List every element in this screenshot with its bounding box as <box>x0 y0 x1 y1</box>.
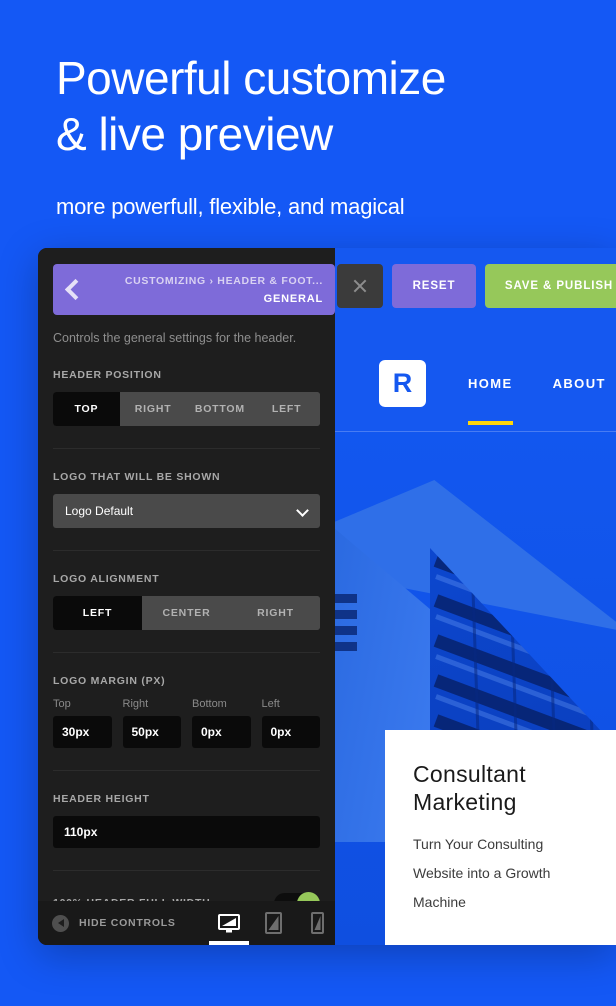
header-full-width-toggle[interactable] <box>274 891 320 901</box>
breadcrumb-back-button[interactable]: CUSTOMIZING › HEADER & FOOT... GENERAL <box>53 264 335 315</box>
reset-button[interactable]: RESET <box>392 264 476 308</box>
tablet-icon[interactable] <box>262 910 284 936</box>
field-label-logo-alignment: LOGO ALIGNMENT <box>53 572 160 585</box>
section-header-position: HEADER POSITION TOP RIGHT BOTTOM LEFT <box>53 347 320 449</box>
customizer-actions: RESET SAVE & PUBLISH <box>337 264 616 308</box>
mobile-icon[interactable] <box>306 910 328 936</box>
logo-margin-bottom-cell: Bottom <box>192 698 251 748</box>
preview-site-header: R HOME ABOUT <box>335 321 616 431</box>
logo-select[interactable]: Logo Default <box>53 493 320 528</box>
field-label-logo-shown: LOGO THAT WILL BE SHOWN <box>53 470 221 483</box>
section-header-full-width: 100% HEADER FULL WIDTH <box>53 871 320 901</box>
logo-margin-left-input[interactable] <box>261 715 320 748</box>
logo-margin-bottom-input[interactable] <box>192 715 251 748</box>
hide-controls-button[interactable]: HIDE CONTROLS <box>52 914 176 932</box>
logo-alignment-option-center[interactable]: CENTER <box>142 595 231 630</box>
header-position-option-bottom[interactable]: BOTTOM <box>186 391 254 426</box>
logo-alignment-segmented: LEFT CENTER RIGHT <box>53 595 320 630</box>
section-header-height: HEADER HEIGHT <box>53 771 320 871</box>
building-slot <box>335 610 357 619</box>
nav-active-underline <box>468 420 513 425</box>
sidebar-topbar: CUSTOMIZING › HEADER & FOOT... GENERAL <box>38 248 335 315</box>
header-divider <box>335 431 616 432</box>
panel-settings-list: HEADER POSITION TOP RIGHT BOTTOM LEFT LO… <box>38 347 335 901</box>
field-label-header-height: HEADER HEIGHT <box>53 792 150 805</box>
header-position-option-top[interactable]: TOP <box>53 391 120 426</box>
header-position-option-left[interactable]: LEFT <box>253 391 320 426</box>
building-slot <box>335 594 357 603</box>
preview-content-card: Consultant Marketing Turn Your Consultin… <box>385 730 616 945</box>
header-position-segmented: TOP RIGHT BOTTOM LEFT <box>53 391 320 426</box>
page-subtitle: more powerfull, flexible, and magical <box>56 194 405 219</box>
close-button[interactable] <box>337 264 383 308</box>
preview-viewport: R HOME ABOUT Consultant Marketing Turn Y… <box>335 321 616 945</box>
customizer-footer: HIDE CONTROLS <box>38 901 335 945</box>
field-label-logo-margin: LOGO MARGIN (PX) <box>53 674 166 687</box>
hide-controls-label: HIDE CONTROLS <box>79 917 176 929</box>
logo-margin-fields: Top Right Bottom Left <box>53 698 320 748</box>
site-logo[interactable]: R <box>379 359 426 407</box>
logo-margin-right-input[interactable] <box>122 715 181 748</box>
device-preview-switcher <box>209 901 328 945</box>
card-title: Consultant Marketing <box>413 761 526 815</box>
logo-margin-right-cell: Right <box>122 697 181 748</box>
logo-margin-right-caption: Right <box>122 697 149 710</box>
logo-alignment-option-left[interactable]: LEFT <box>53 595 142 630</box>
live-preview-pane[interactable]: R HOME ABOUT Consultant Marketing Turn Y… <box>335 248 616 945</box>
save-publish-button[interactable]: SAVE & PUBLISH <box>485 264 616 308</box>
hero-section: Powerful customize & live preview more p… <box>56 50 586 222</box>
field-label-header-position: HEADER POSITION <box>53 368 162 381</box>
building-slot <box>335 626 357 635</box>
breadcrumb-current: GENERAL <box>263 293 323 306</box>
logo-margin-top-input[interactable] <box>53 715 112 748</box>
hero-photo-building: Consultant Marketing Turn Your Consultin… <box>335 432 616 945</box>
logo-alignment-option-right[interactable]: RIGHT <box>231 595 320 630</box>
nav-item-about[interactable]: ABOUT <box>553 376 606 391</box>
logo-select-value: Logo Default <box>65 503 134 518</box>
header-position-option-right[interactable]: RIGHT <box>119 391 187 426</box>
nav-item-home[interactable]: HOME <box>468 375 513 425</box>
page-title: Powerful customize & live preview <box>56 52 446 160</box>
logo-margin-bottom-caption: Bottom <box>192 697 227 710</box>
customizer-sidebar: CUSTOMIZING › HEADER & FOOT... GENERAL C… <box>38 248 335 945</box>
building-slot <box>335 642 357 651</box>
logo-margin-left-caption: Left <box>261 697 280 710</box>
section-logo-margin: LOGO MARGIN (PX) Top Right Bottom <box>53 653 320 771</box>
logo-margin-top-caption: Top <box>53 697 71 710</box>
chevron-down-icon <box>296 503 309 517</box>
header-height-input[interactable] <box>53 815 320 848</box>
active-device-indicator <box>209 941 249 945</box>
toggle-knob <box>297 891 320 901</box>
logo-margin-left-cell: Left <box>261 697 320 748</box>
breadcrumb-path: CUSTOMIZING › HEADER & FOOT... <box>124 275 323 288</box>
arrow-left-circle-icon <box>52 914 69 932</box>
site-nav: HOME ABOUT <box>468 375 606 425</box>
section-logo-shown: LOGO THAT WILL BE SHOWN Logo Default <box>53 449 320 551</box>
section-logo-alignment: LOGO ALIGNMENT LEFT CENTER RIGHT <box>53 551 320 653</box>
breadcrumb: CUSTOMIZING › HEADER & FOOT... GENERAL <box>89 271 323 307</box>
logo-margin-top-cell: Top <box>53 698 112 748</box>
customizer-window: CUSTOMIZING › HEADER & FOOT... GENERAL C… <box>38 248 616 945</box>
card-body: Turn Your Consulting Website into a Grow… <box>413 836 551 910</box>
desktop-icon[interactable] <box>209 910 249 945</box>
nav-item-home-label: HOME <box>468 375 513 391</box>
panel-description: Controls the general settings for the he… <box>53 330 297 345</box>
chevron-left-icon <box>61 277 83 301</box>
